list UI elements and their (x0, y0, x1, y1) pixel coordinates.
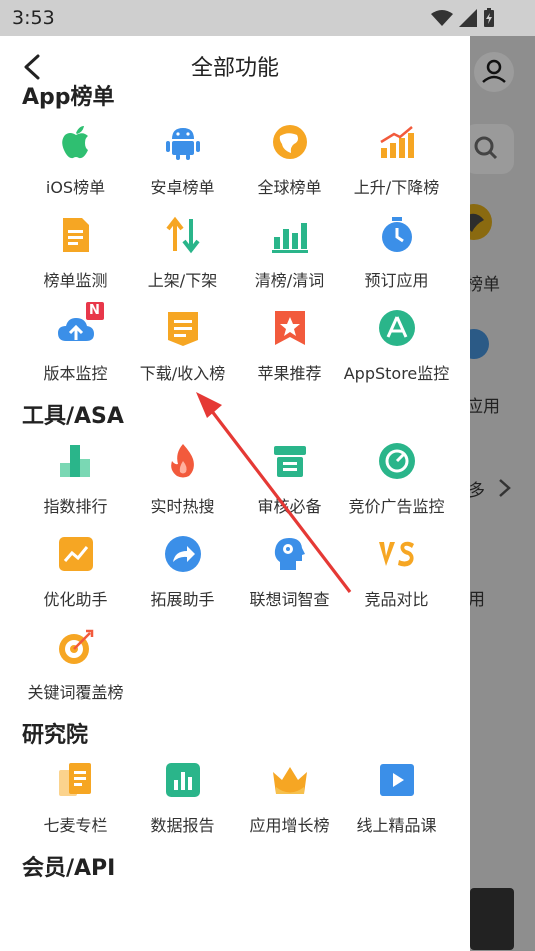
wifi-icon (431, 10, 453, 26)
feature-label: 预订应用 (364, 271, 429, 290)
feature-item[interactable]: 实时热搜 (129, 437, 236, 530)
alarm-clock-icon (470, 329, 489, 359)
archive-icon (270, 441, 310, 481)
section-title: 研究院 (22, 723, 89, 748)
feature-label: 七麦专栏 (43, 816, 108, 835)
rising-bars-icon (377, 122, 417, 162)
feature-label: 全球榜单 (257, 178, 322, 197)
chevron-right-icon (499, 479, 511, 497)
status-bar: 3:53 (0, 0, 535, 36)
vs-icon (377, 534, 417, 574)
background-app-overlay[interactable]: 榜单 应用 多 用 (470, 36, 535, 951)
battery-icon (484, 8, 494, 27)
head-brain-icon (270, 534, 310, 574)
feature-item[interactable]: 全球榜单 (236, 118, 343, 211)
page-title: 全部功能 (190, 56, 279, 81)
feature-item[interactable]: N 版本监控 (22, 302, 129, 397)
feature-label: 下载/收入榜 (139, 364, 226, 383)
feature-item[interactable]: 安卓榜单 (129, 118, 236, 211)
all-features-drawer: 全部功能 App榜单 iOS榜单 安卓榜单 全球榜单 上升/下降榜 榜单监测 上架/下架 清榜… (0, 36, 470, 951)
feature-label: 竞品对比 (364, 590, 429, 609)
index-bars-icon (56, 441, 96, 481)
feature-item[interactable]: 应用增长榜 (236, 756, 343, 849)
flame-icon (163, 441, 203, 481)
play-video-icon (377, 760, 417, 800)
feature-grid: iOS榜单 安卓榜单 全球榜单 上升/下降榜榜单监测 上架/下架 清榜/清词 预订应用 N 版本… (0, 118, 470, 397)
trend-line-icon (56, 534, 96, 574)
feature-label: 清榜/清词 (254, 271, 325, 290)
appstore-icon (377, 308, 417, 348)
feature-label: 关键词覆盖榜 (27, 683, 124, 702)
drawer-header: 全部功能 (0, 36, 470, 100)
feature-item[interactable]: 线上精品课 (343, 756, 450, 849)
globe-icon (270, 122, 310, 162)
sections-container: App榜单 iOS榜单 安卓榜单 全球榜单 上升/下降榜 榜单监测 上架/下架 清榜/清词 预订… (0, 78, 470, 889)
feature-item[interactable]: 苹果推荐 (236, 304, 343, 397)
signal-icon (459, 9, 477, 27)
target-circle-icon (377, 441, 417, 481)
android-icon (163, 122, 203, 162)
new-badge: N (85, 302, 104, 320)
crown-icon (270, 760, 310, 800)
list-doc-icon (163, 308, 203, 348)
feature-label: 数据报告 (150, 816, 215, 835)
up-down-arrows-icon (163, 215, 203, 255)
feature-item[interactable]: 榜单监测 (22, 211, 129, 304)
feature-item[interactable]: 优化助手 (22, 530, 129, 623)
feature-label: 线上精品课 (356, 816, 437, 835)
alarm-clock-icon (377, 215, 417, 255)
feature-item[interactable]: 预订应用 (343, 211, 450, 304)
feature-label: 审核必备 (257, 497, 322, 516)
feature-item[interactable]: 竞品对比 (343, 530, 450, 623)
feature-label: 上升/下降榜 (353, 178, 440, 197)
dart-target-icon (56, 627, 96, 667)
feature-grid: 七麦专栏 数据报告 应用增长榜 线上精品课 (0, 756, 470, 849)
feature-label: 优化助手 (43, 590, 108, 609)
feature-label: 指数排行 (43, 497, 108, 516)
search-icon (470, 124, 514, 174)
apple-icon (56, 122, 96, 162)
feature-label: iOS榜单 (45, 178, 106, 197)
feature-label: 版本监控 (43, 364, 108, 383)
feature-item[interactable]: 下载/收入榜 (129, 304, 236, 397)
report-chart-icon (163, 760, 203, 800)
feature-label: 实时热搜 (150, 497, 215, 516)
feature-item[interactable]: 拓展助手 (129, 530, 236, 623)
bar-chart-icon (270, 215, 310, 255)
feature-item[interactable]: 联想词智查 (236, 530, 343, 623)
feature-item[interactable]: 上升/下降榜 (343, 118, 450, 211)
feature-item[interactable]: iOS榜单 (22, 118, 129, 211)
feature-label: 联想词智查 (249, 590, 330, 609)
background-thumbnail (470, 888, 514, 950)
share-arrow-icon (163, 534, 203, 574)
feature-label: 安卓榜单 (150, 178, 215, 197)
feature-item[interactable]: 审核必备 (236, 437, 343, 530)
feature-item[interactable]: 清榜/清词 (236, 211, 343, 304)
feature-item[interactable]: AppStore监控 (343, 304, 450, 397)
feature-item[interactable]: 数据报告 (129, 756, 236, 849)
feature-item[interactable]: 关键词覆盖榜 (22, 623, 129, 716)
cloud-upload-icon: N (56, 302, 104, 348)
feature-label: 上架/下架 (147, 271, 218, 290)
star-badge-icon (270, 308, 310, 348)
feature-grid: 指数排行 实时热搜 审核必备 竞价广告监控优化助手 拓展助手 联想词智查 竞品对比关键词覆盖… (0, 437, 470, 716)
feature-label: AppStore监控 (343, 364, 450, 383)
feature-item[interactable]: 七麦专栏 (22, 756, 129, 849)
document-icon (56, 215, 96, 255)
user-icon (474, 52, 514, 92)
feature-label: 苹果推荐 (257, 364, 322, 383)
section-title: 工具/ASA (22, 404, 124, 429)
feature-label: 应用增长榜 (249, 816, 330, 835)
status-time: 3:53 (12, 7, 55, 29)
feature-item[interactable]: 竞价广告监控 (343, 437, 450, 530)
feature-label: 竞价广告监控 (348, 497, 445, 516)
feature-label: 榜单监测 (43, 271, 108, 290)
section-title: 会员/API (22, 856, 116, 881)
feature-item[interactable]: 指数排行 (22, 437, 129, 530)
globe-icon (470, 204, 492, 240)
feature-label: 拓展助手 (150, 590, 215, 609)
feature-item[interactable]: 上架/下架 (129, 211, 236, 304)
column-doc-icon (56, 760, 96, 800)
